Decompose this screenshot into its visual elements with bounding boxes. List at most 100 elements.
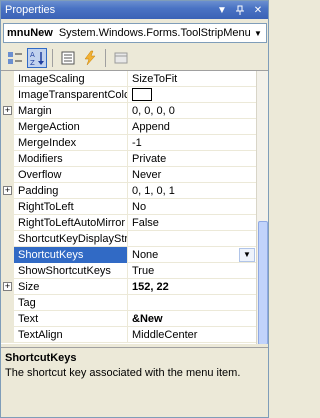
categorized-button[interactable] bbox=[5, 48, 25, 68]
property-name[interactable]: ShortcutKeyDisplayStri bbox=[14, 230, 128, 247]
property-row[interactable]: RightToLeft No bbox=[1, 198, 256, 215]
property-value-text: MiddleCenter bbox=[132, 328, 198, 341]
row-gutter bbox=[1, 134, 14, 151]
expand-icon[interactable]: + bbox=[3, 282, 12, 291]
row-gutter bbox=[1, 262, 14, 279]
object-name: mnuNew bbox=[7, 27, 53, 39]
property-value[interactable] bbox=[128, 231, 256, 247]
events-icon bbox=[84, 50, 96, 66]
property-value[interactable]: 152, 22 bbox=[128, 279, 256, 295]
property-name[interactable]: Padding bbox=[14, 182, 128, 199]
property-value-text: -1 bbox=[132, 136, 142, 149]
property-row[interactable]: RightToLeftAutoMirror False bbox=[1, 214, 256, 231]
property-value[interactable]: -1 bbox=[128, 135, 256, 151]
property-value[interactable]: True bbox=[128, 263, 256, 279]
property-row[interactable]: Overflow Never bbox=[1, 166, 256, 183]
toolbar-separator bbox=[52, 49, 53, 67]
properties-window: Properties ▼ ✕ mnuNew System.Windows.For… bbox=[0, 0, 269, 418]
property-pages-icon bbox=[114, 52, 128, 64]
property-name[interactable]: ShowShortcutKeys bbox=[14, 262, 128, 279]
window-menu-button[interactable]: ▼ bbox=[214, 2, 230, 18]
properties-toolbar: A Z bbox=[3, 46, 267, 70]
property-row[interactable]: ImageTransparentColc bbox=[1, 86, 256, 103]
categorized-icon bbox=[8, 52, 22, 64]
properties-icon bbox=[61, 51, 75, 65]
expand-icon[interactable]: + bbox=[3, 106, 12, 115]
property-row[interactable]: + Padding 0, 1, 0, 1 bbox=[1, 182, 256, 199]
properties-button[interactable] bbox=[58, 48, 78, 68]
property-value[interactable] bbox=[128, 295, 256, 311]
property-name[interactable]: Overflow bbox=[14, 166, 128, 183]
chevron-down-icon: ▼ bbox=[243, 250, 251, 259]
chevron-down-icon: ▼ bbox=[254, 28, 262, 38]
row-gutter: + bbox=[1, 102, 14, 119]
property-value[interactable]: Never bbox=[128, 167, 256, 183]
property-row[interactable]: MergeIndex -1 bbox=[1, 134, 256, 151]
chevron-down-icon: ▼ bbox=[217, 4, 227, 16]
value-dropdown-button[interactable]: ▼ bbox=[239, 247, 255, 262]
property-name[interactable]: Modifiers bbox=[14, 150, 128, 167]
title-bar: Properties ▼ ✕ bbox=[1, 1, 268, 19]
auto-hide-button[interactable] bbox=[232, 2, 248, 18]
window-title: Properties bbox=[5, 4, 56, 16]
property-value[interactable]: &New bbox=[128, 311, 256, 327]
property-name[interactable]: TextAlign bbox=[14, 326, 128, 343]
property-value[interactable]: None ▼ bbox=[128, 247, 256, 263]
property-name[interactable]: Tag bbox=[14, 294, 128, 311]
property-name[interactable]: MergeIndex bbox=[14, 134, 128, 151]
property-value[interactable]: False bbox=[128, 215, 256, 231]
property-value[interactable]: 0, 1, 0, 1 bbox=[128, 183, 256, 199]
property-row[interactable]: + Margin 0, 0, 0, 0 bbox=[1, 102, 256, 119]
property-name[interactable]: MergeAction bbox=[14, 118, 128, 135]
property-name[interactable]: ShortcutKeys bbox=[14, 246, 128, 263]
property-value[interactable]: Append bbox=[128, 119, 256, 135]
property-value-text: 0, 0, 0, 0 bbox=[132, 104, 175, 117]
property-value[interactable]: 0, 0, 0, 0 bbox=[128, 103, 256, 119]
property-name[interactable]: Text bbox=[14, 310, 128, 327]
property-value[interactable]: SizeToFit bbox=[128, 71, 256, 87]
property-row[interactable]: ShowShortcutKeys True bbox=[1, 262, 256, 279]
property-name[interactable]: ImageScaling bbox=[14, 71, 128, 87]
property-row[interactable]: Text &New bbox=[1, 310, 256, 327]
property-row[interactable]: Tag bbox=[1, 294, 256, 311]
property-value-text: SizeToFit bbox=[132, 72, 178, 85]
property-value[interactable] bbox=[128, 87, 256, 103]
property-name[interactable]: RightToLeft bbox=[14, 198, 128, 215]
property-row[interactable]: ImageScaling SizeToFit bbox=[1, 71, 256, 87]
object-selector-combo[interactable]: mnuNew System.Windows.Forms.ToolStripMen… bbox=[3, 23, 267, 43]
property-value-text: True bbox=[132, 264, 155, 277]
property-name[interactable]: Size bbox=[14, 278, 128, 295]
property-value[interactable]: MiddleCenter bbox=[128, 327, 256, 343]
property-name[interactable]: RightToLeftAutoMirror bbox=[14, 214, 128, 231]
property-value-text: 0, 1, 0, 1 bbox=[132, 184, 175, 197]
property-value-text: False bbox=[132, 216, 159, 229]
property-name[interactable]: Margin bbox=[14, 102, 128, 119]
description-pane: ShortcutKeys The shortcut key associated… bbox=[1, 347, 268, 417]
property-row[interactable]: MergeAction Append bbox=[1, 118, 256, 135]
vertical-scrollbar[interactable] bbox=[256, 71, 268, 344]
property-row[interactable]: + Size 152, 22 bbox=[1, 278, 256, 295]
scrollbar-thumb[interactable] bbox=[258, 221, 268, 344]
property-pages-button[interactable] bbox=[111, 48, 131, 68]
row-gutter bbox=[1, 150, 14, 167]
expand-icon[interactable]: + bbox=[3, 186, 12, 195]
pin-icon bbox=[236, 5, 244, 15]
property-value[interactable]: Private bbox=[128, 151, 256, 167]
description-text: The shortcut key associated with the men… bbox=[5, 367, 241, 379]
property-value-text: No bbox=[132, 200, 147, 213]
property-name[interactable]: ImageTransparentColc bbox=[14, 86, 128, 103]
row-gutter bbox=[1, 214, 14, 231]
row-gutter bbox=[1, 118, 14, 135]
property-value-text: Private bbox=[132, 152, 167, 165]
alphabetical-button[interactable]: A Z bbox=[27, 48, 47, 68]
row-gutter bbox=[1, 86, 14, 103]
property-row[interactable]: ShortcutKeyDisplayStri bbox=[1, 230, 256, 247]
close-button[interactable]: ✕ bbox=[250, 2, 266, 18]
property-row[interactable]: TextAlign MiddleCenter bbox=[1, 326, 256, 343]
combo-dropdown-button[interactable]: ▼ bbox=[250, 24, 266, 42]
events-button[interactable] bbox=[80, 48, 100, 68]
row-gutter: + bbox=[1, 278, 14, 295]
property-value[interactable]: No bbox=[128, 199, 256, 215]
property-row[interactable]: Modifiers Private bbox=[1, 150, 256, 167]
property-row[interactable]: ShortcutKeys None ▼ bbox=[1, 246, 256, 263]
